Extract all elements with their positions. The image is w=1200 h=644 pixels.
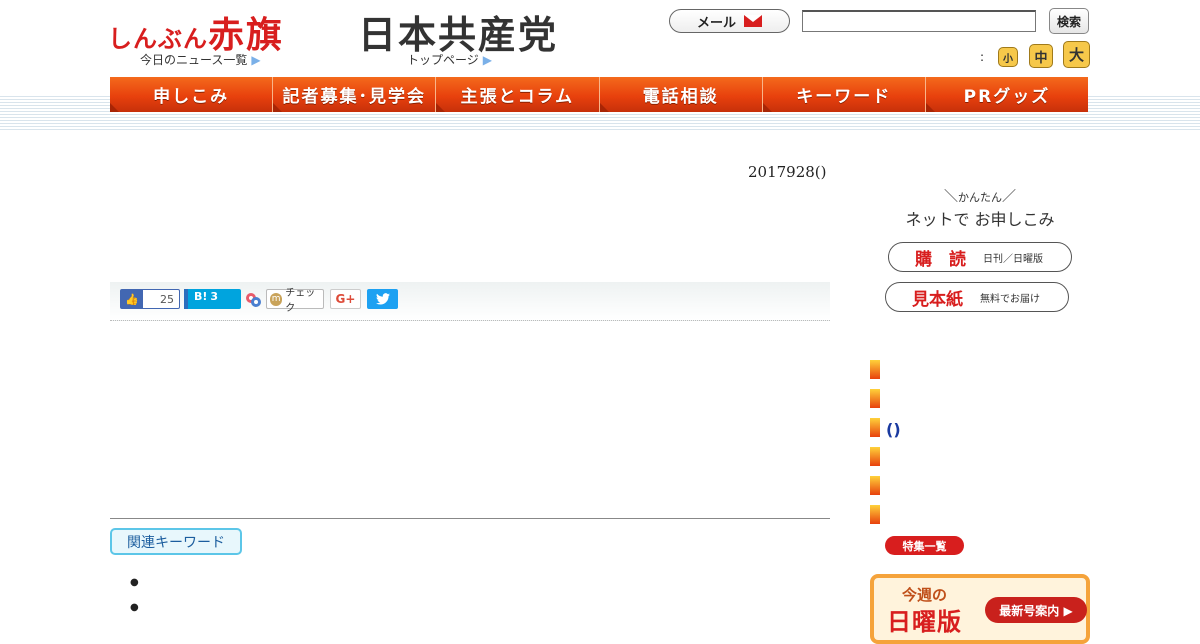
sample-label: 見本紙 [912,289,963,310]
feature-bullet-marker [870,418,880,437]
hatena-count: 3 [210,289,219,303]
subscribe-label: 購 読 [915,249,966,270]
subscribe-sublabel: 日刊／日曜版 [983,253,1043,265]
logo-kanji: 赤旗 [208,15,285,56]
top-page-label: トップページ [407,53,479,67]
feature-bullet-marker [870,360,880,379]
fontsize-medium-button[interactable]: 中 [1029,44,1053,68]
todays-news-label: 今日のニュース一覧 [140,53,248,67]
article-date: 2017928() [748,163,827,181]
sample-paper-button[interactable]: 見本紙 無料でお届け [885,282,1069,312]
fontsize-large-button[interactable]: 大 [1063,41,1090,68]
slash-right-icon: ／ [1002,189,1016,205]
feature-bullet-marker [870,476,880,495]
latest-issue-button[interactable]: 最新号案内 ▶ [985,597,1087,623]
nav-phone-consult[interactable]: 電話相談 [599,77,763,112]
google-plus-button[interactable]: G+ [330,289,361,309]
envelope-icon [744,15,762,27]
hatena-bookmark-button[interactable]: B! 3 [184,289,241,309]
nav-keywords[interactable]: キーワード [762,77,926,112]
mail-label: メール [696,15,736,31]
easy-label: かんたん [958,191,1002,204]
net-apply-heading: ＼かんたん／ ネットで お申しこみ [900,186,1060,230]
fontsize-small-button[interactable]: 小 [998,47,1018,67]
feature-bullet-marker [870,447,880,466]
subscribe-button[interactable]: 購 読 日刊／日曜版 [888,242,1072,272]
related-keywords-heading: 関連キーワード [110,528,242,555]
mixi-check-label: チェック [285,288,316,314]
search-input[interactable] [802,10,1036,32]
pin-icon [246,293,261,307]
twitter-button[interactable] [367,289,398,309]
article-divider [110,518,830,519]
top-page-link[interactable]: トップページ ▶ [407,51,492,68]
feature-bullet-marker [870,505,880,524]
nav-pr-goods[interactable]: PRグッズ [925,77,1089,112]
logo-kana: しんぶん [108,25,208,53]
facebook-like-button[interactable]: 👍 25 [120,289,180,309]
main-nav: 申しこみ 記者募集･見学会 主張とコラム 電話相談 キーワード PRグッズ [110,77,1089,112]
thumbs-up-icon: 👍 [121,290,143,308]
sample-sublabel: 無料でお届け [980,293,1040,305]
nav-apply[interactable]: 申しこみ [110,77,274,112]
mail-button[interactable]: メール [669,9,790,33]
mixi-icon: m [270,292,283,306]
slash-left-icon: ＼ [944,189,958,205]
arrow-right-icon: ▶ [251,53,261,67]
net-apply-label: ネットで お申しこみ [905,210,1055,229]
nav-recruit[interactable]: 記者募集･見学会 [273,77,437,112]
mixi-check-button[interactable]: m チェック [266,288,324,314]
share-bar: 👍 25 B! 3 m チェック G+ [110,282,830,321]
sunday-banner-title: 日曜版 [887,608,962,636]
fontsize-label: : [980,50,985,64]
features-list-button[interactable]: 特集一覧 [885,536,964,555]
twitter-bird-icon [375,293,390,305]
feature-link[interactable]: () [886,420,901,439]
pocket-button[interactable] [244,289,262,309]
hatena-label: B! [194,289,208,303]
todays-news-link[interactable]: 今日のニュース一覧 ▶ [140,51,261,68]
search-button[interactable]: 検索 [1049,8,1089,34]
feature-bullet-marker [870,389,880,408]
nav-editorials[interactable]: 主張とコラム [436,77,600,112]
arrow-right-icon: ▶ [482,53,492,67]
facebook-like-count: 25 [160,292,174,306]
